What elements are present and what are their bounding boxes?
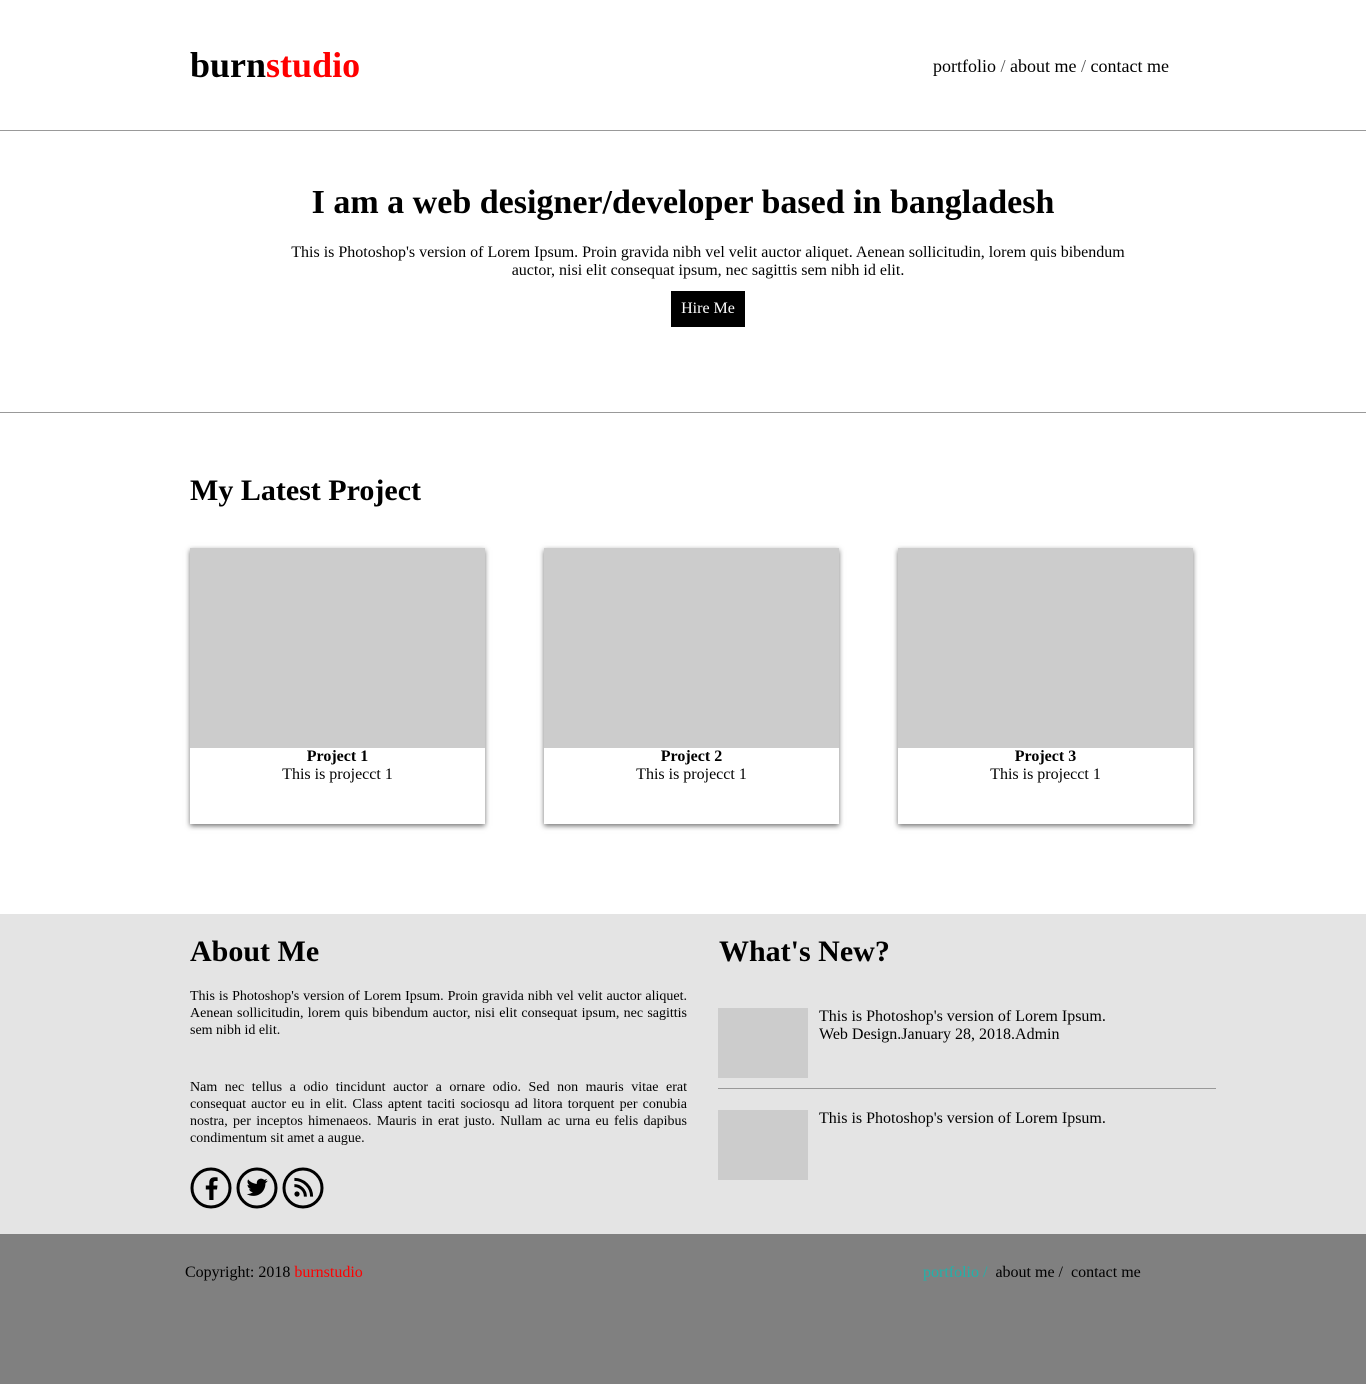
footer-link-contact-me[interactable]: contact me [1071,1264,1141,1281]
copyright: Copyright: 2018 burnstudio [185,1264,363,1282]
about-paragraph: Nam nec tellus a odio tincidunt auctor a… [190,1080,687,1146]
project-card[interactable]: Project 3 This is projecct 1 [898,548,1193,824]
news-text: This is Photoshop's version of Lorem Ips… [819,1110,1106,1128]
project-title: Project 2 [660,748,723,765]
nav-link-contact-me[interactable]: contact me [1091,56,1169,76]
info-section: About Me This is Photoshop's version of … [0,914,1366,1234]
hero-section: I am a web designer/developer based in b… [0,131,1366,413]
project-title: Project 3 [1014,748,1077,765]
project-description: This is projecct 1 [990,766,1101,783]
footer-nav-separator: / [979,1264,992,1281]
copyright-brand[interactable]: burnstudio [294,1264,362,1281]
hero-text: This is Photoshop's version of Lorem Ips… [291,244,1125,279]
hire-me-button[interactable]: Hire Me [671,291,745,327]
logo-part-studio: studio [266,45,361,85]
hero-title: I am a web designer/developer based in b… [311,184,1055,221]
project-thumbnail [544,548,839,748]
twitter-icon[interactable] [236,1167,278,1209]
news-divider [718,1088,1216,1089]
copyright-text: Copyright: 2018 [185,1264,295,1281]
project-description: This is projecct 1 [636,766,747,783]
news-item[interactable]: This is Photoshop's version of Lorem Ips… [718,1110,1216,1180]
whats-new-title: What's New? [719,935,890,968]
project-title: Project 1 [306,748,369,765]
project-thumbnail [898,548,1193,748]
site-header: burnstudio portfolio / about me / contac… [0,0,1366,131]
site-logo[interactable]: burnstudio [190,44,360,86]
about-title: About Me [190,935,320,968]
projects-title: My Latest Project [190,474,422,507]
project-thumbnail [190,548,485,748]
project-description: This is projecct 1 [282,766,393,783]
logo-part-burn: burn [190,45,267,85]
footer-nav: portfolio / about me / contact me [923,1264,1141,1282]
news-item[interactable]: This is Photoshop's version of Lorem Ips… [718,1008,1216,1078]
top-nav: portfolio / about me / contact me [933,55,1169,77]
footer-link-about-me[interactable]: about me [995,1264,1054,1281]
site-footer: Copyright: 2018 burnstudio portfolio / a… [0,1234,1366,1384]
facebook-icon[interactable] [190,1167,232,1209]
footer-link-portfolio[interactable]: portfolio [923,1264,979,1281]
nav-link-portfolio[interactable]: portfolio [933,56,996,76]
project-card[interactable]: Project 1 This is projecct 1 [190,548,485,824]
nav-separator: / [1076,56,1091,76]
project-card[interactable]: Project 2 This is projecct 1 [544,548,839,824]
news-thumbnail [718,1008,808,1078]
news-thumbnail [718,1110,808,1180]
news-meta: Web Design.January 28, 2018.Admin [819,1026,1060,1043]
social-links [190,1167,324,1209]
rss-icon[interactable] [282,1167,324,1209]
nav-link-about-me[interactable]: about me [1010,56,1076,76]
about-paragraph: This is Photoshop's version of Lorem Ips… [190,989,687,1038]
news-headline: This is Photoshop's version of Lorem Ips… [819,1008,1106,1025]
news-text: This is Photoshop's version of Lorem Ips… [819,1008,1106,1044]
nav-separator: / [996,56,1011,76]
footer-nav-separator: / [1054,1264,1067,1281]
news-headline: This is Photoshop's version of Lorem Ips… [819,1110,1106,1127]
